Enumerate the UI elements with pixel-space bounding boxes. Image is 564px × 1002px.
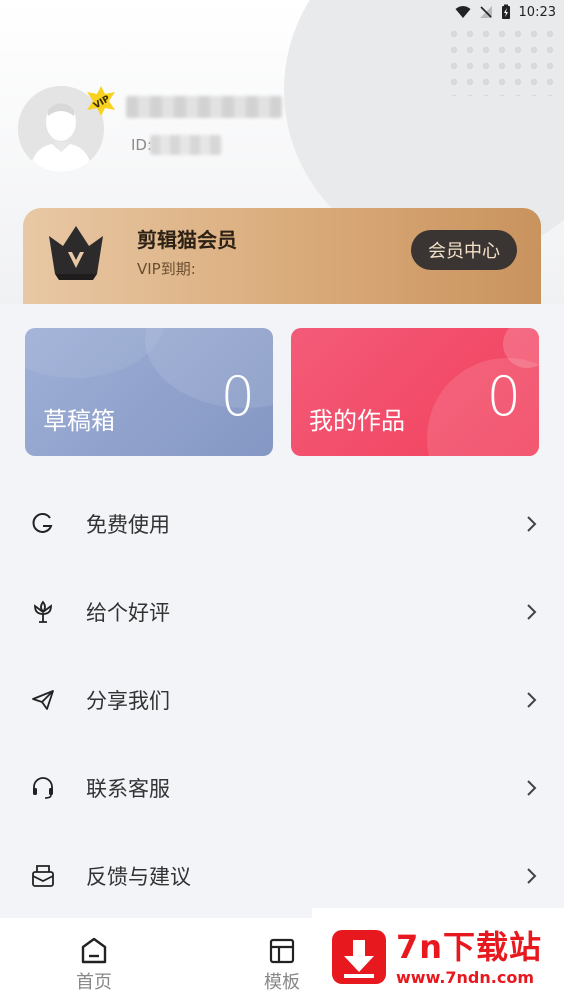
- drafts-count: 0: [220, 365, 255, 428]
- g-icon: [32, 513, 53, 533]
- nav-templates-label: 模板: [264, 972, 300, 993]
- menu-item-share-us[interactable]: 分享我们: [0, 656, 564, 744]
- flower-icon: [34, 600, 52, 623]
- vip-title: 剪辑猫会员: [137, 228, 237, 252]
- user-id-label: ID:: [131, 136, 153, 154]
- paper-plane-icon: [32, 690, 54, 710]
- menu-item-rate-us[interactable]: 给个好评: [0, 568, 564, 656]
- profile-header: VIP ID: 剪辑猫会员 VIP到期: 会员中心: [0, 0, 564, 304]
- drafts-card[interactable]: 草稿箱 0: [25, 328, 273, 456]
- download-arrow-icon: [332, 930, 386, 984]
- chevron-right-icon: [527, 516, 537, 532]
- no-signal-icon: [479, 6, 492, 18]
- vip-center-button[interactable]: 会员中心: [411, 230, 517, 270]
- chevron-right-icon: [527, 780, 537, 796]
- vip-expire-label: VIP到期:: [137, 260, 196, 278]
- watermark-title: 7n下载站: [396, 928, 543, 966]
- nav-home-label: 首页: [76, 972, 112, 993]
- chevron-right-icon: [527, 692, 537, 708]
- my-works-card[interactable]: 我的作品 0: [291, 328, 539, 456]
- headset-icon: [33, 777, 53, 799]
- menu-item-label: 联系客服: [86, 777, 170, 801]
- status-bar: 10:23: [0, 0, 564, 24]
- menu-item-label: 反馈与建议: [86, 865, 191, 889]
- site-watermark: 7n下载站 www.7ndn.com: [312, 908, 564, 1002]
- chevron-right-icon: [527, 604, 537, 620]
- home-icon: [81, 937, 107, 964]
- user-id-blurred: [150, 135, 222, 155]
- menu-item-feedback[interactable]: 反馈与建议: [0, 832, 564, 920]
- nav-home[interactable]: 首页: [64, 936, 124, 994]
- vip-membership-card[interactable]: 剪辑猫会员 VIP到期: 会员中心: [23, 208, 541, 304]
- menu-item-label: 分享我们: [86, 689, 170, 713]
- menu-item-label: 给个好评: [86, 601, 170, 625]
- template-icon: [269, 938, 295, 964]
- vip-crown-badge-icon: VIP: [87, 86, 115, 116]
- battery-charging-icon: [501, 4, 510, 19]
- my-works-label: 我的作品: [309, 407, 405, 435]
- wifi-icon: [455, 6, 471, 18]
- drafts-label: 草稿箱: [43, 407, 115, 435]
- chevron-right-icon: [527, 868, 537, 884]
- watermark-url: www.7ndn.com: [396, 968, 534, 987]
- drafts-card-decoration-2: [25, 328, 165, 378]
- my-works-count: 0: [486, 365, 521, 428]
- menu-item-label: 免费使用: [86, 513, 170, 537]
- vip-crown-icon: [49, 226, 103, 280]
- status-time: 10:23: [518, 4, 556, 20]
- menu-item-free-use[interactable]: 免费使用: [0, 480, 564, 568]
- dot-pattern: [446, 26, 556, 96]
- nav-templates[interactable]: 模板: [252, 936, 312, 994]
- menu-item-customer-service[interactable]: 联系客服: [0, 744, 564, 832]
- username-blurred: [126, 96, 282, 118]
- mail-icon: [32, 865, 54, 887]
- works-card-decoration: [427, 358, 539, 456]
